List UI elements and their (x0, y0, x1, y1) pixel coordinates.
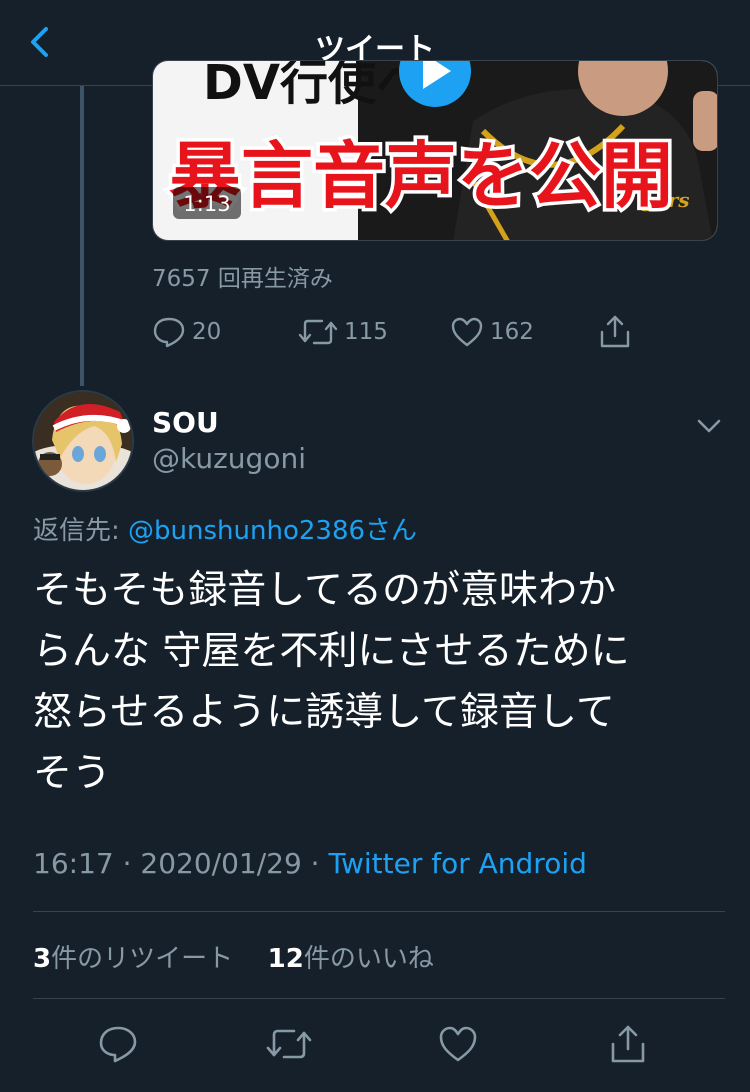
video-duration: 1:13 (183, 192, 230, 216)
tweet-text: そもそも録音してるのが意味わか らんな 守屋を不利にさせるために 怒らせるように… (33, 568, 630, 796)
reply-icon (153, 317, 185, 348)
video-caption: 暴言音声を公開 (169, 134, 673, 218)
retweet-action[interactable]: 115 (298, 312, 388, 352)
reply-icon[interactable] (98, 1024, 138, 1064)
reply-to-prefix: 返信先: (33, 516, 129, 546)
divider (33, 911, 725, 912)
user-handle[interactable]: @kuzugoni (152, 442, 306, 475)
retweets-number: 3 (33, 944, 52, 974)
tweet-stats: 3件のリツイート 12件のいいね (33, 938, 434, 975)
retweet-count: 115 (344, 319, 388, 345)
reply-count: 20 (192, 319, 222, 345)
retweet-icon[interactable] (266, 1024, 312, 1064)
likes-label: 件のいいね (303, 944, 434, 974)
likes-number: 12 (267, 944, 304, 974)
share-action[interactable] (598, 312, 632, 352)
share-icon[interactable] (608, 1024, 648, 1064)
tweet-timestamp: 16:17 · 2020/01/29 · (33, 847, 329, 880)
reply-to-mention[interactable]: @bunshunho2386さん (128, 516, 417, 546)
chevron-left-icon[interactable] (22, 22, 62, 62)
video-thumbnail[interactable]: gers DV行使への 暴言音声を公開 1:13 (152, 60, 718, 241)
retweets-stat[interactable]: 3件のリツイート (33, 944, 233, 974)
heart-icon (451, 317, 483, 347)
heart-icon[interactable] (438, 1024, 478, 1064)
avatar[interactable] (32, 390, 134, 492)
tweet-source-link[interactable]: Twitter for Android (328, 847, 586, 880)
reply-to-line: 返信先: @bunshunho2386さん (33, 510, 417, 547)
share-icon (600, 315, 630, 348)
chevron-down-icon[interactable] (694, 414, 724, 438)
tweet-meta: 16:17 · 2020/01/29 · Twitter for Android (33, 847, 587, 880)
reply-action[interactable]: 20 (152, 312, 221, 352)
divider (33, 998, 725, 999)
retweet-icon (298, 319, 338, 345)
like-action[interactable]: 162 (450, 312, 534, 352)
like-count: 162 (490, 319, 534, 345)
view-count: 7657 回再生済み (152, 266, 333, 292)
tweet-action-bar (0, 1010, 750, 1080)
retweets-label: 件のリツイート (51, 944, 234, 974)
likes-stat[interactable]: 12件のいいね (268, 944, 434, 974)
thread-line (80, 86, 84, 386)
display-name[interactable]: SOU (152, 406, 219, 439)
